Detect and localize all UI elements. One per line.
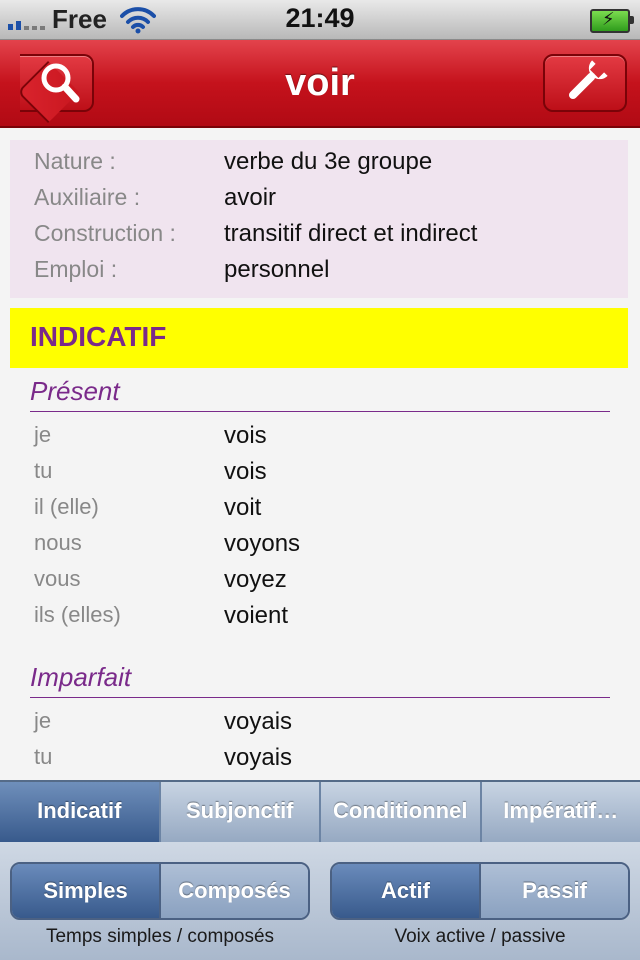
segment-simples[interactable]: Simples (12, 864, 159, 918)
tense-title-imparfait: Imparfait (30, 662, 132, 692)
conjugation-scroll-area[interactable]: Nature : verbe du 3e groupe Auxiliaire :… (0, 128, 640, 780)
options-panel: Simples Composés Temps simples / composé… (0, 842, 640, 960)
info-row-nature: Nature : verbe du 3e groupe (34, 146, 624, 180)
navigation-bar: voir (0, 40, 640, 128)
verb-form: voit (224, 494, 262, 521)
conjugation-row: tu vois (34, 458, 614, 492)
tab-imperatif[interactable]: Impératif… (481, 782, 640, 842)
verb-info-panel: Nature : verbe du 3e groupe Auxiliaire :… (10, 140, 628, 298)
info-label: Nature : (34, 148, 116, 174)
segment-composes[interactable]: Composés (159, 864, 308, 918)
info-label: Construction : (34, 220, 176, 246)
mood-title: INDICATIF (30, 321, 167, 352)
conjugation-row: je vois (34, 422, 614, 456)
verb-form: voient (224, 602, 289, 629)
verb-form: voyons (224, 530, 301, 557)
info-row-emploi: Emploi : personnel (34, 254, 624, 288)
pronoun: tu (34, 744, 53, 769)
info-label: Auxiliaire : (34, 184, 141, 210)
info-value: transitif direct et indirect (224, 220, 478, 247)
pronoun: je (34, 422, 52, 447)
segment-actif[interactable]: Actif (332, 864, 479, 918)
verb-form: voyais (224, 708, 293, 735)
pronoun: nous (34, 530, 82, 555)
info-value: personnel (224, 256, 330, 283)
tab-conditionnel[interactable]: Conditionnel (321, 782, 482, 842)
settings-button[interactable] (543, 54, 627, 112)
voice-caption: Voix active / passive (394, 926, 566, 947)
wrench-icon (568, 60, 608, 100)
verb-form: voyez (224, 566, 287, 593)
pronoun: vous (34, 566, 81, 591)
mood-tab-bar: Indicatif Subjonctif Conditionnel Impéra… (0, 780, 640, 842)
conjugation-row: je voyais (34, 708, 614, 742)
info-value: verbe du 3e groupe (224, 148, 433, 175)
tab-subjonctif[interactable]: Subjonctif (160, 782, 321, 842)
verb-form: vois (224, 458, 267, 485)
conjugation-row: nous voyons (34, 530, 614, 564)
verb-form: voyais (224, 744, 293, 771)
conjugation-row: vous voyez (34, 566, 614, 600)
conjugation-row: il (elle) voit (34, 494, 614, 528)
tense-title-present: Présent (30, 376, 120, 406)
conjugation-row: tu voyais (34, 744, 614, 778)
tense-divider (30, 697, 610, 698)
status-time: 21:49 (285, 3, 355, 33)
mood-header: INDICATIF (10, 308, 628, 368)
voice-segmented-control: Actif Passif (330, 862, 630, 920)
info-label: Emploi : (34, 256, 118, 282)
segment-passif[interactable]: Passif (479, 864, 628, 918)
tense-type-caption: Temps simples / composés (45, 926, 275, 947)
verb-form: vois (224, 422, 267, 449)
status-bar: Free 21:49 ⚡ (0, 0, 640, 40)
battery-icon: ⚡ (590, 9, 634, 33)
pronoun: il (elle) (34, 494, 99, 519)
tab-indicatif[interactable]: Indicatif (0, 782, 161, 842)
pronoun: tu (34, 458, 53, 483)
conjugation-row: ils (elles) voient (34, 602, 614, 636)
tense-divider (30, 411, 610, 412)
info-value: avoir (224, 184, 277, 211)
pronoun: ils (elles) (34, 602, 121, 627)
pronoun: je (34, 708, 52, 733)
info-row-auxiliaire: Auxiliaire : avoir (34, 182, 624, 216)
tense-type-segmented-control: Simples Composés (10, 862, 310, 920)
info-row-construction: Construction : transitif direct et indir… (34, 218, 624, 252)
